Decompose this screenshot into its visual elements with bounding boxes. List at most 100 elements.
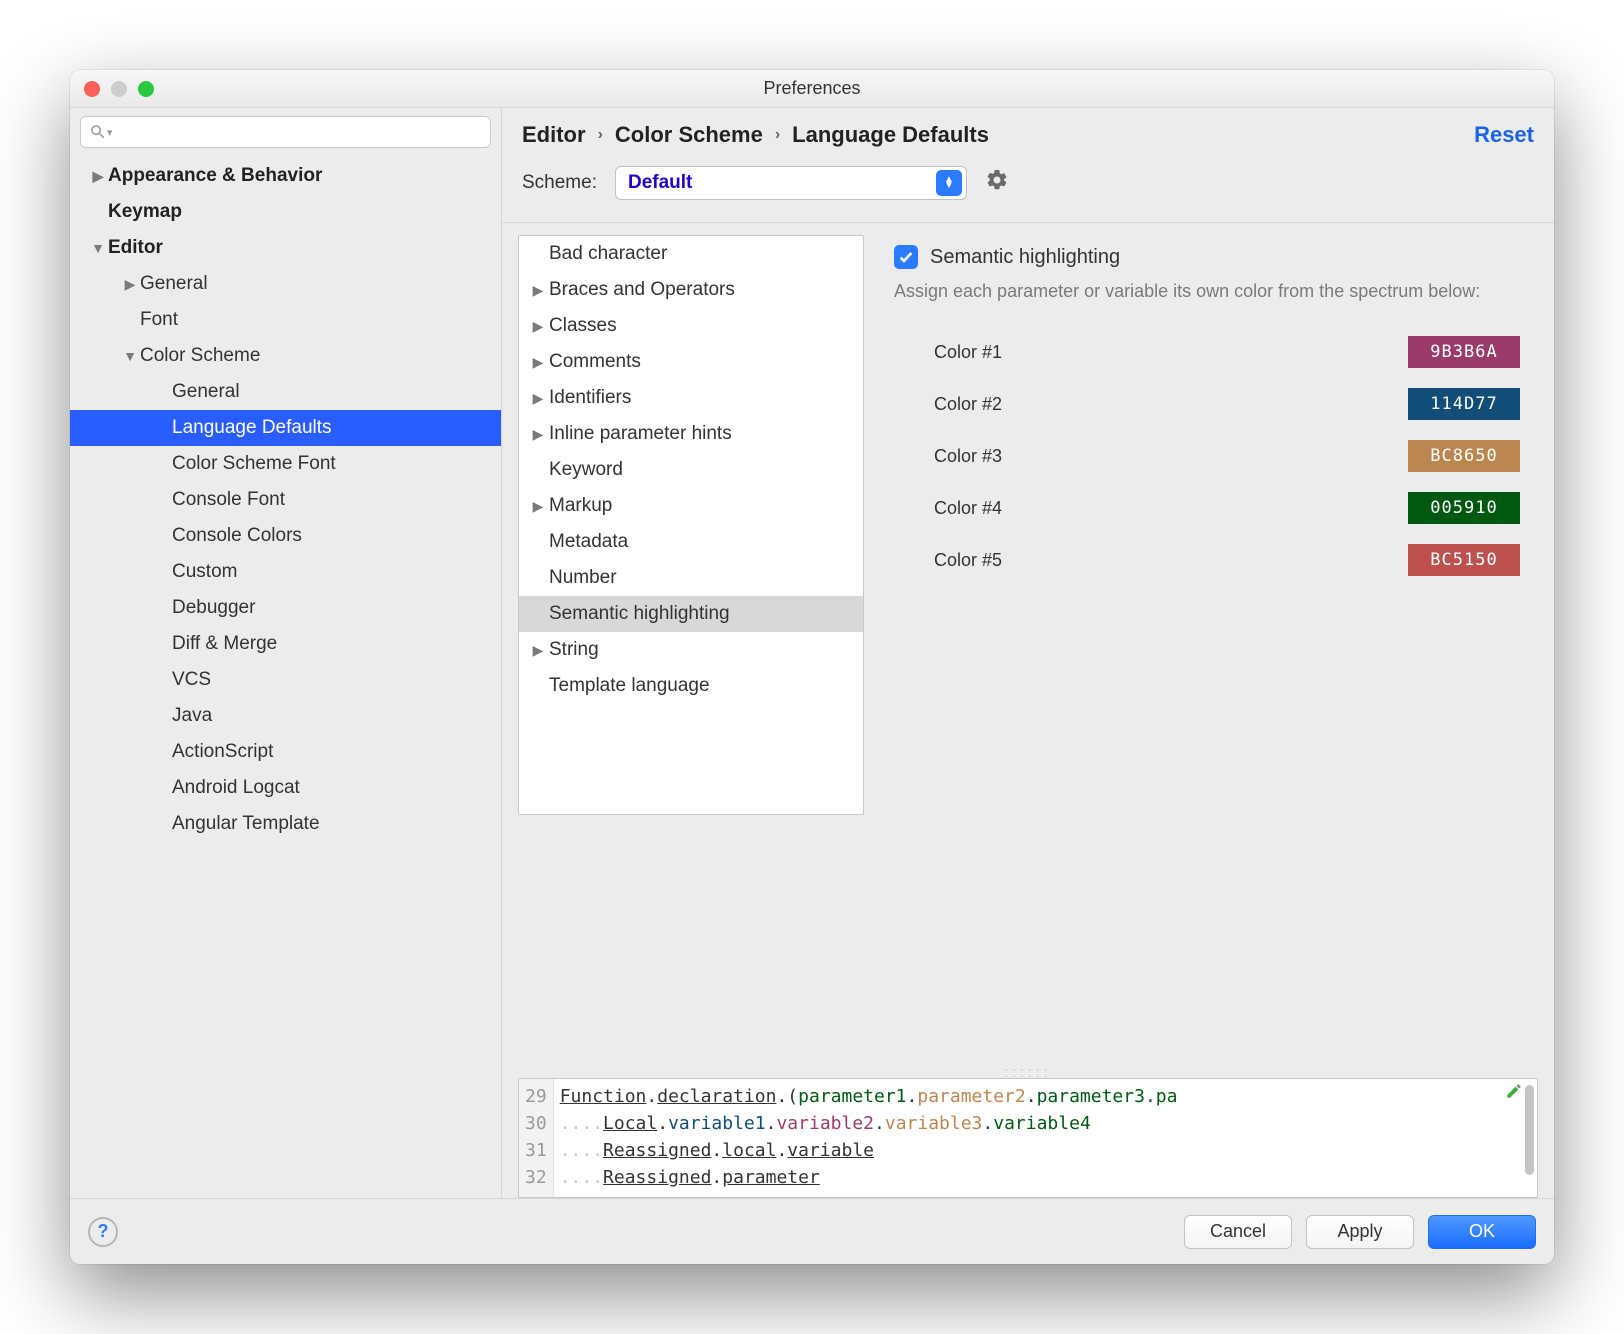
chevron-icon: ▶	[88, 168, 108, 185]
sidebar-item[interactable]: Console Colors	[70, 518, 501, 554]
category-item[interactable]: Number	[519, 560, 863, 596]
chevron-icon: ▼	[120, 348, 140, 364]
semantic-highlighting-label: Semantic highlighting	[930, 246, 1120, 269]
chevron-icon: ▶	[527, 426, 549, 443]
category-item[interactable]: Semantic highlighting	[519, 596, 863, 632]
category-item[interactable]: ▶Inline parameter hints	[519, 416, 863, 452]
sidebar-item[interactable]: Keymap	[70, 194, 501, 230]
sidebar-item[interactable]: Android Logcat	[70, 770, 501, 806]
sidebar-item[interactable]: Diff & Merge	[70, 626, 501, 662]
preferences-window: Preferences ▾ ▶Appearance & Behavior Keym…	[70, 70, 1554, 1264]
chevron-icon: ▶	[527, 642, 549, 659]
color-swatch[interactable]: BC8650	[1408, 440, 1520, 472]
chevron-icon: ▼	[88, 240, 108, 256]
category-label: Metadata	[549, 531, 628, 553]
sidebar-item-label: Angular Template	[172, 813, 320, 835]
color-row: Color #4005910	[894, 482, 1526, 534]
code-lines: Function.declaration.(parameter1.paramet…	[554, 1079, 1537, 1197]
category-item[interactable]: ▶Markup	[519, 488, 863, 524]
reset-button[interactable]: Reset	[1474, 122, 1534, 148]
color-swatch[interactable]: BC5150	[1408, 544, 1520, 576]
sidebar-item[interactable]: Debugger	[70, 590, 501, 626]
color-row: Color #5 BC5150	[894, 534, 1526, 586]
edit-icon[interactable]	[1505, 1082, 1523, 1100]
color-name: Color #2	[934, 394, 1002, 415]
sidebar-item[interactable]: Font	[70, 302, 501, 338]
sidebar-item[interactable]: Java	[70, 698, 501, 734]
semantic-highlighting-checkbox[interactable]	[894, 245, 918, 269]
hint-text: Assign each parameter or variable its ow…	[894, 279, 1526, 304]
sidebar-item[interactable]: ▶Appearance & Behavior	[70, 158, 501, 194]
cancel-button[interactable]: Cancel	[1184, 1215, 1292, 1249]
sidebar-item[interactable]: Custom	[70, 554, 501, 590]
chevron-right-icon: ›	[598, 126, 603, 144]
color-swatch[interactable]: 9B3B6A	[1408, 336, 1520, 368]
category-item[interactable]: ▶Classes	[519, 308, 863, 344]
category-item[interactable]: ▶Braces and Operators	[519, 272, 863, 308]
gear-icon[interactable]	[985, 168, 1009, 198]
scheme-label: Scheme:	[522, 172, 597, 194]
breadcrumb: Editor › Color Scheme › Language Default…	[522, 122, 1534, 148]
apply-button[interactable]: Apply	[1306, 1215, 1414, 1249]
sidebar-item[interactable]: Color Scheme Font	[70, 446, 501, 482]
footer: ? Cancel Apply OK	[70, 1198, 1554, 1264]
category-label: Classes	[549, 315, 617, 337]
chevron-icon: ▶	[527, 318, 549, 335]
breadcrumb-item: Language Defaults	[792, 122, 989, 148]
category-item[interactable]: Metadata	[519, 524, 863, 560]
scheme-value: Default	[628, 172, 692, 194]
category-label: Template language	[549, 675, 710, 697]
color-name: Color #1	[934, 342, 1002, 363]
category-item[interactable]: Bad character	[519, 236, 863, 272]
sidebar-item[interactable]: ▼Editor	[70, 230, 501, 266]
category-list[interactable]: Bad character▶Braces and Operators▶Class…	[518, 235, 864, 815]
chevron-icon: ▶	[527, 498, 549, 515]
sidebar-item-label: VCS	[172, 669, 211, 691]
sidebar-item[interactable]: ▶General	[70, 266, 501, 302]
scheme-select[interactable]: Default ▲▼	[615, 166, 967, 200]
chevron-icon: ▶	[527, 354, 549, 371]
sidebar-item-label: Android Logcat	[172, 777, 300, 799]
sidebar-item[interactable]: ActionScript	[70, 734, 501, 770]
sidebar-item-label: Color Scheme	[140, 345, 260, 367]
settings-tree[interactable]: ▶Appearance & BehaviorKeymap▼Editor▶Gene…	[70, 158, 501, 1190]
category-item[interactable]: Keyword	[519, 452, 863, 488]
chevron-icon: ▶	[120, 276, 140, 293]
settings-panel: Semantic highlighting Assign each parame…	[864, 235, 1538, 1056]
category-item[interactable]: ▶Identifiers	[519, 380, 863, 416]
category-item[interactable]: ▶String	[519, 632, 863, 668]
sidebar-item[interactable]: Angular Template	[70, 806, 501, 842]
sidebar-item-label: Color Scheme Font	[172, 453, 336, 475]
help-button[interactable]: ?	[88, 1217, 118, 1247]
sidebar-item-label: Keymap	[108, 201, 182, 223]
ok-button[interactable]: OK	[1428, 1215, 1536, 1249]
sidebar-item[interactable]: ▼Color Scheme	[70, 338, 501, 374]
category-label: String	[549, 639, 599, 661]
resize-handle[interactable]: ::::::	[518, 1064, 1538, 1078]
color-swatch[interactable]: 114D77	[1408, 388, 1520, 420]
scrollbar[interactable]	[1525, 1085, 1534, 1175]
sidebar-item-label: Custom	[172, 561, 237, 583]
sidebar-item[interactable]: VCS	[70, 662, 501, 698]
search-input[interactable]: ▾	[80, 116, 491, 148]
breadcrumb-item: Editor	[522, 122, 586, 148]
color-swatch[interactable]: 005910	[1408, 492, 1520, 524]
code-preview: 29 30 31 32 Function.declaration.(parame…	[518, 1078, 1538, 1198]
sidebar-item-label: Font	[140, 309, 178, 331]
search-options-icon[interactable]: ▾	[107, 126, 113, 139]
color-name: Color #5	[934, 550, 1002, 571]
sidebar-item[interactable]: Console Font	[70, 482, 501, 518]
category-label: Number	[549, 567, 617, 589]
sidebar-item[interactable]: Language Defaults	[70, 410, 501, 446]
category-label: Inline parameter hints	[549, 423, 732, 445]
category-item[interactable]: Template language	[519, 668, 863, 704]
titlebar: Preferences	[70, 70, 1554, 108]
chevron-icon: ▶	[527, 390, 549, 407]
sidebar-item-label: Debugger	[172, 597, 255, 619]
sidebar-item[interactable]: General	[70, 374, 501, 410]
category-item[interactable]: ▶Comments	[519, 344, 863, 380]
chevron-right-icon: ›	[775, 126, 780, 144]
sidebar-item-label: Console Colors	[172, 525, 302, 547]
sidebar-item-label: General	[140, 273, 208, 295]
check-icon	[898, 249, 914, 265]
